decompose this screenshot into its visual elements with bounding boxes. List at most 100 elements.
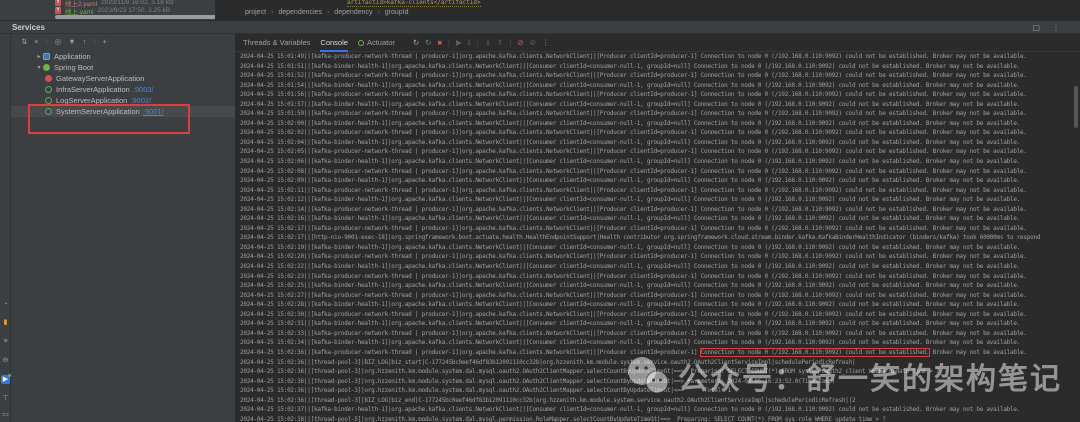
log-line: 2024-04-25 15:02:12||[kafka-binder-healt… xyxy=(240,196,1021,204)
tree-item-label: Application xyxy=(54,52,91,61)
tab-actuator[interactable]: Actuator xyxy=(357,34,395,52)
log-line: 2024-04-25 15:02:36||[thread-pool-3]|org… xyxy=(240,368,940,376)
tree-item-label: InfraServerApplication xyxy=(56,85,130,94)
console-log: 2024-04-25 15:01:49||[kafka-producer-net… xyxy=(240,52,1078,422)
log-line: 2024-04-25 15:02:23||[kafka-producer-net… xyxy=(240,272,1027,280)
build-icon[interactable]: ⊤ xyxy=(1,394,10,403)
services-toolbar: ⇅ × | ◎ ▼ ↑ | + xyxy=(21,37,107,46)
tree-item-infra-server[interactable]: InfraServerApplication :9003/ xyxy=(11,84,235,95)
breadcrumb-item[interactable]: project xyxy=(245,9,266,16)
expand-all-icon[interactable]: ⇅ xyxy=(21,37,27,46)
tree-item-log-server[interactable]: LogServerApplication :9002/ xyxy=(11,95,235,106)
log-line: 2024-04-25 15:02:22||[kafka-binder-healt… xyxy=(240,263,1021,271)
port-link[interactable]: :9001/ xyxy=(143,107,164,116)
services-icon[interactable]: ▶ xyxy=(1,374,11,384)
log-line: 2024-04-25 15:02:20||[kafka-producer-net… xyxy=(240,253,1027,261)
rerun-icon[interactable]: ↻ xyxy=(425,38,431,47)
tree-item-label: SystemServerApplication xyxy=(56,107,140,116)
spring-boot-icon xyxy=(43,64,50,71)
layout-settings-icon[interactable]: ▢ xyxy=(1032,23,1040,32)
application-icon xyxy=(43,53,50,60)
log-line: 2024-04-25 15:01:51||[kafka-binder-healt… xyxy=(240,62,1021,70)
actuator-icon xyxy=(357,39,364,46)
rollup-icon[interactable]: ↑ xyxy=(83,37,87,46)
log-line: 2024-04-25 15:01:52||[kafka-producer-net… xyxy=(240,72,1027,80)
tree-item-application[interactable]: ▸ Application xyxy=(11,51,235,62)
todo-icon[interactable]: ▮ xyxy=(1,318,10,327)
tab-threads-variables[interactable]: Threads & Variables xyxy=(243,34,310,52)
pause-icon[interactable]: ‖ xyxy=(468,38,471,47)
stop-icon[interactable]: ■ xyxy=(437,38,442,47)
tab-label: Actuator xyxy=(366,37,395,47)
log-line: 2024-04-25 15:02:17||[http-nio-9001-exec… xyxy=(240,234,1041,242)
tree-item-label: LogServerApplication xyxy=(56,96,128,105)
add-service-icon[interactable]: + xyxy=(102,37,106,46)
profiler-icon[interactable]: ◔ xyxy=(1,300,10,309)
mute-icon[interactable]: ⊘ xyxy=(530,38,536,47)
detach-icon[interactable]: ⊘ xyxy=(517,38,523,47)
resume-icon[interactable]: ▶ xyxy=(456,38,462,47)
log-line: 2024-04-25 15:02:36||[kafka-producer-net… xyxy=(240,347,1027,357)
recent-files-popup: Y 线上2.yaml 2023/11/8 16:02, 3.18 kB Y 线上… xyxy=(0,0,215,20)
toolbar-separator: | xyxy=(476,38,479,47)
view-options-icon[interactable]: ◎ xyxy=(55,37,62,46)
filter-icon[interactable]: ▼ xyxy=(68,37,75,46)
breadcrumb-separator-icon: › xyxy=(326,9,330,16)
toolbar-separator: | xyxy=(509,38,512,47)
breadcrumb-item[interactable]: groupId xyxy=(385,9,409,16)
breadcrumb: project › dependencies › dependency › gr… xyxy=(245,9,409,16)
scroll-down-icon[interactable]: ⇓ xyxy=(485,38,491,47)
log-line: 2024-04-25 15:01:57||[kafka-binder-healt… xyxy=(240,100,1021,108)
port-link[interactable]: :9003/ xyxy=(133,85,154,94)
yaml-file-icon: Y xyxy=(55,7,61,14)
tree-item-system-server[interactable]: SystemServerApplication :9001/ xyxy=(11,106,235,117)
port-link[interactable]: :9002/ xyxy=(130,96,151,105)
log-line: 2024-04-25 15:02:04||[kafka-binder-healt… xyxy=(240,138,1021,146)
log-line: 2024-04-25 15:02:36||[thread-pool-3]|org… xyxy=(240,387,731,395)
problems-icon[interactable]: ⊖ xyxy=(1,356,10,365)
structure-icon[interactable]: ≡ xyxy=(1,337,10,346)
log-line: 2024-04-25 15:02:14||[kafka-producer-net… xyxy=(240,205,1027,213)
log-line: 2024-04-25 15:02:36||[thread-pool-3]|BIZ… xyxy=(240,396,856,404)
log-line: 2024-04-25 15:02:27||[kafka-producer-net… xyxy=(240,291,1027,299)
log-line: 2024-04-25 15:02:11||[kafka-producer-net… xyxy=(240,186,1027,194)
log-line: 2024-04-25 15:02:28||[kafka-binder-healt… xyxy=(240,301,1021,309)
stopped-status-icon xyxy=(45,75,52,82)
more-icon[interactable]: ⋮ xyxy=(542,38,550,47)
file-row[interactable]: Y 线上.yaml 2023/9/23 17:50, 3.25 kB xyxy=(55,6,170,16)
log-line: 2024-04-25 15:01:54||[kafka-binder-healt… xyxy=(240,81,1021,89)
tree-item-spring-boot[interactable]: ▾ Spring Boot xyxy=(11,62,235,73)
panel-title: Services xyxy=(12,23,45,32)
log-line: 2024-04-25 15:02:25||[kafka-binder-healt… xyxy=(240,282,1021,290)
file-name: 线上.yaml xyxy=(65,8,94,16)
log-line: 2024-04-25 15:02:16||[kafka-binder-healt… xyxy=(240,215,1021,223)
restart-icon[interactable]: ↻ xyxy=(413,38,419,47)
log-line: 2024-04-25 15:02:38||[thread-pool-5]|org… xyxy=(240,415,886,422)
log-line: 2024-04-25 15:02:05||[kafka-producer-net… xyxy=(240,148,1027,156)
log-line: 2024-04-25 15:02:06||[kafka-binder-healt… xyxy=(240,158,1021,166)
log-line: 2024-04-25 15:01:49||[kafka-producer-net… xyxy=(240,53,1027,60)
log-line: 2024-04-25 15:02:30||[kafka-producer-net… xyxy=(240,310,1027,318)
breadcrumb-item[interactable]: dependency xyxy=(334,9,372,16)
log-line: 2024-04-25 15:01:59||[kafka-producer-net… xyxy=(240,110,1027,118)
log-line: 2024-04-25 15:02:17||[kafka-producer-net… xyxy=(240,224,1027,232)
run-toolbar: ↻ ↻ ■ | ▶ ‖ | ⇓ ⇑ | ⊘ ⊘ ⋮ xyxy=(413,38,550,47)
services-tree-panel: ⇅ × | ◎ ▼ ↑ | + ▸ Application ▾ Spring B… xyxy=(11,34,235,422)
vertical-scrollbar[interactable] xyxy=(1074,86,1078,128)
pom-xml-fragment: artifactId>kafka-clients</artifactId> xyxy=(347,0,481,7)
breadcrumb-separator-icon: › xyxy=(271,9,274,16)
chevron-right-icon[interactable]: ▸ xyxy=(35,53,43,60)
tree-item-gateway-server[interactable]: GatewayServerApplication xyxy=(11,73,235,84)
services-titlebar: Services ▢ ⋮ xyxy=(0,20,1080,34)
collapse-all-icon[interactable]: × xyxy=(34,37,38,46)
editor-strip: artifactId>kafka-clients</artifactId> pr… xyxy=(215,0,1080,20)
scroll-up-icon[interactable]: ⇑ xyxy=(497,38,503,47)
annotation-box-log: Connection to node 0 (/192.168.0.110:909… xyxy=(699,347,931,357)
breadcrumb-item[interactable]: dependencies xyxy=(278,9,322,16)
horizontal-scrollbar[interactable] xyxy=(55,15,215,19)
log-line: 2024-04-25 15:02:31||[kafka-binder-healt… xyxy=(240,320,1021,328)
terminal-icon[interactable]: ▭ xyxy=(1,410,10,419)
chevron-down-icon[interactable]: ▾ xyxy=(35,64,43,71)
tab-console[interactable]: Console xyxy=(320,34,348,52)
more-options-icon[interactable]: ⋮ xyxy=(1052,23,1060,32)
